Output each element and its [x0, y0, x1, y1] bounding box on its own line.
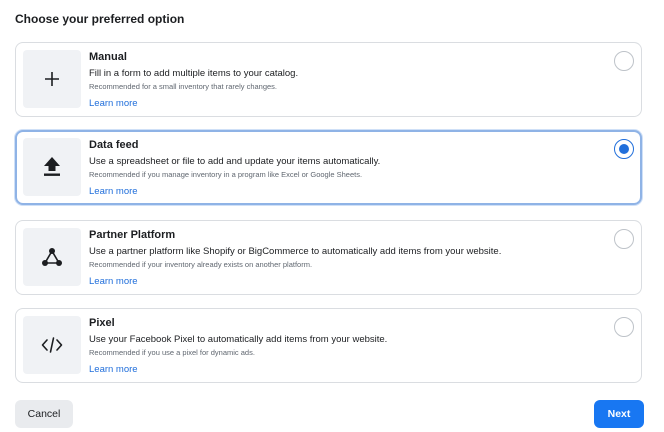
option-icon-tile — [23, 316, 81, 374]
option-title: Manual — [89, 51, 127, 63]
learn-more-link[interactable]: Learn more — [89, 364, 138, 375]
option-description: Fill in a form to add multiple items to … — [89, 68, 299, 79]
option-description: Use a spreadsheet or file to add and upd… — [89, 156, 381, 167]
learn-more-link[interactable]: Learn more — [89, 98, 138, 109]
option-icon-tile — [23, 228, 81, 286]
plus-icon — [45, 72, 59, 86]
option-icon-tile — [23, 50, 81, 108]
option-description: Use a partner platform like Shopify or B… — [89, 246, 502, 257]
option-data-feed[interactable]: Data feed Use a spreadsheet or file to a… — [15, 130, 642, 205]
next-button[interactable]: Next — [594, 400, 644, 428]
page-title: Choose your preferred option — [15, 12, 185, 26]
radio-data-feed[interactable] — [614, 139, 634, 159]
radio-manual[interactable] — [614, 51, 634, 71]
option-partner-platform[interactable]: Partner Platform Use a partner platform … — [15, 220, 642, 295]
option-description: Use your Facebook Pixel to automatically… — [89, 334, 388, 345]
option-recommendation: Recommended for a small inventory that r… — [89, 82, 278, 91]
option-icon-tile — [23, 138, 81, 196]
option-title: Partner Platform — [89, 229, 176, 241]
option-title: Data feed — [89, 139, 139, 151]
learn-more-link[interactable]: Learn more — [89, 186, 138, 197]
option-recommendation: Recommended if you use a pixel for dynam… — [89, 348, 255, 357]
option-title: Pixel — [89, 317, 115, 329]
option-recommendation: Recommended if you manage inventory in a… — [89, 170, 363, 179]
radio-pixel[interactable] — [614, 317, 634, 337]
radio-partner-platform[interactable] — [614, 229, 634, 249]
option-manual[interactable]: Manual Fill in a form to add multiple it… — [15, 42, 642, 117]
network-icon — [42, 248, 62, 266]
cancel-button[interactable]: Cancel — [15, 400, 73, 428]
option-pixel[interactable]: Pixel Use your Facebook Pixel to automat… — [15, 308, 642, 383]
upload-icon — [44, 157, 60, 176]
learn-more-link[interactable]: Learn more — [89, 276, 138, 287]
option-recommendation: Recommended if your inventory already ex… — [89, 260, 313, 269]
code-icon — [41, 337, 63, 353]
